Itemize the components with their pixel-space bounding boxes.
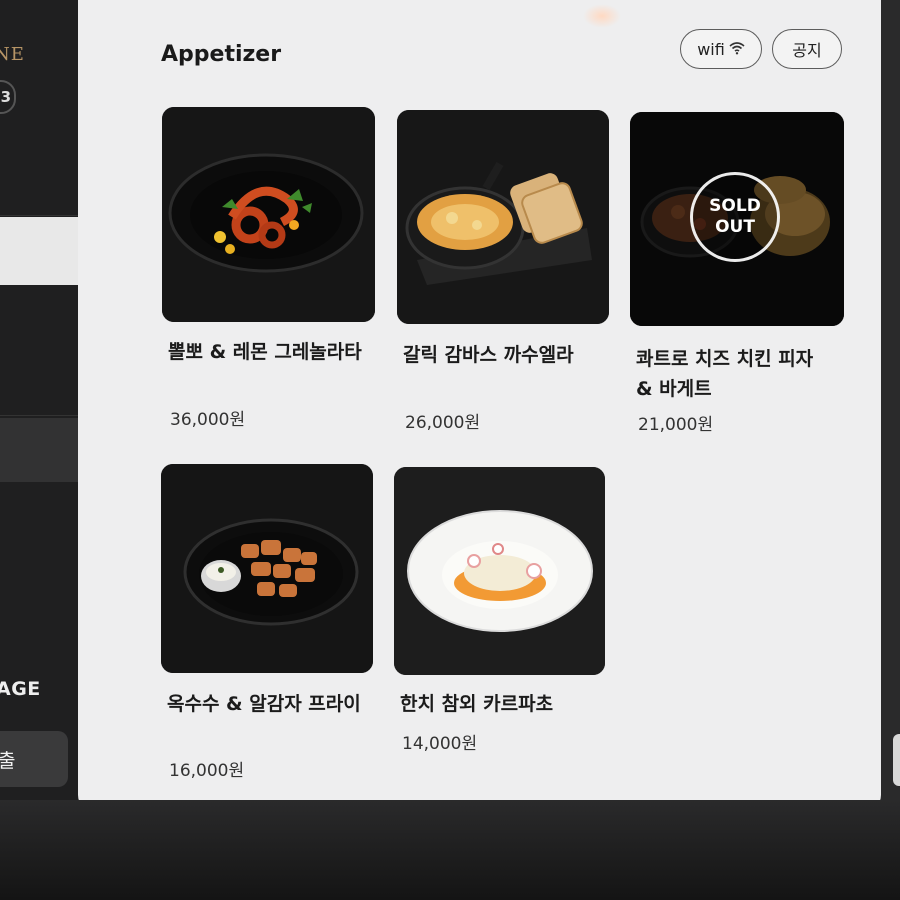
food-photo xyxy=(394,467,605,675)
menu-item-name: 갈릭 감바스 까수엘라 xyxy=(403,344,574,366)
side-tab[interactable] xyxy=(893,734,900,786)
exit-button[interactable]: 출 xyxy=(0,731,68,787)
language-button[interactable]: AGE xyxy=(0,678,41,700)
sidebar-item-active[interactable] xyxy=(0,217,90,285)
menu-item-name: 옥수수 & 알감자 프라이 xyxy=(167,693,361,715)
menu-card[interactable]: 옥수수 & 알감자 프라이 16,000원 xyxy=(161,464,373,784)
menu-card[interactable]: 한치 참외 카르파초 14,000원 xyxy=(394,467,605,767)
menu-item-name: 뽈뽀 & 레몬 그레놀라타 xyxy=(168,341,362,363)
tablet-bezel xyxy=(0,800,900,900)
brand-logo: NE xyxy=(0,44,25,65)
sidebar: NE 3 AGE 출 xyxy=(0,0,90,808)
menu-card[interactable]: 뽈뽀 & 레몬 그레놀라타 36,000원 xyxy=(162,107,375,437)
menu-item-name: 한치 참외 카르파초 xyxy=(400,693,554,715)
menu-item-price: 14,000원 xyxy=(402,734,478,754)
notice-button[interactable]: 공지 xyxy=(772,29,842,69)
screen-glare xyxy=(583,4,621,28)
menu-item-price: 26,000원 xyxy=(405,413,481,433)
category-title: Appetizer xyxy=(161,42,282,67)
sold-out-badge: SOLD OUT xyxy=(690,172,780,262)
food-photo xyxy=(161,464,373,673)
menu-item-name: 콰트로 치즈 치킨 피자 & 바게트 xyxy=(636,348,814,400)
food-photo: SOLD OUT xyxy=(630,112,844,326)
table-number-badge: 3 xyxy=(0,80,16,114)
menu-card[interactable]: 갈릭 감바스 까수엘라 26,000원 xyxy=(397,110,609,440)
wifi-icon xyxy=(729,40,745,59)
right-edge xyxy=(881,0,900,810)
menu-item-price: 21,000원 xyxy=(638,415,714,435)
wifi-label: wifi xyxy=(697,39,725,59)
sidebar-divider xyxy=(0,415,90,416)
food-photo xyxy=(397,110,609,324)
menu-card[interactable]: SOLD OUT 콰트로 치즈 치킨 피자 & 바게트 21,000원 xyxy=(630,112,844,442)
menu-item-price: 16,000원 xyxy=(169,761,245,781)
sidebar-item[interactable] xyxy=(0,418,90,482)
sidebar-divider xyxy=(0,215,90,216)
menu-item-price: 36,000원 xyxy=(170,410,246,430)
food-photo xyxy=(162,107,375,322)
wifi-button[interactable]: wifi xyxy=(680,29,762,69)
